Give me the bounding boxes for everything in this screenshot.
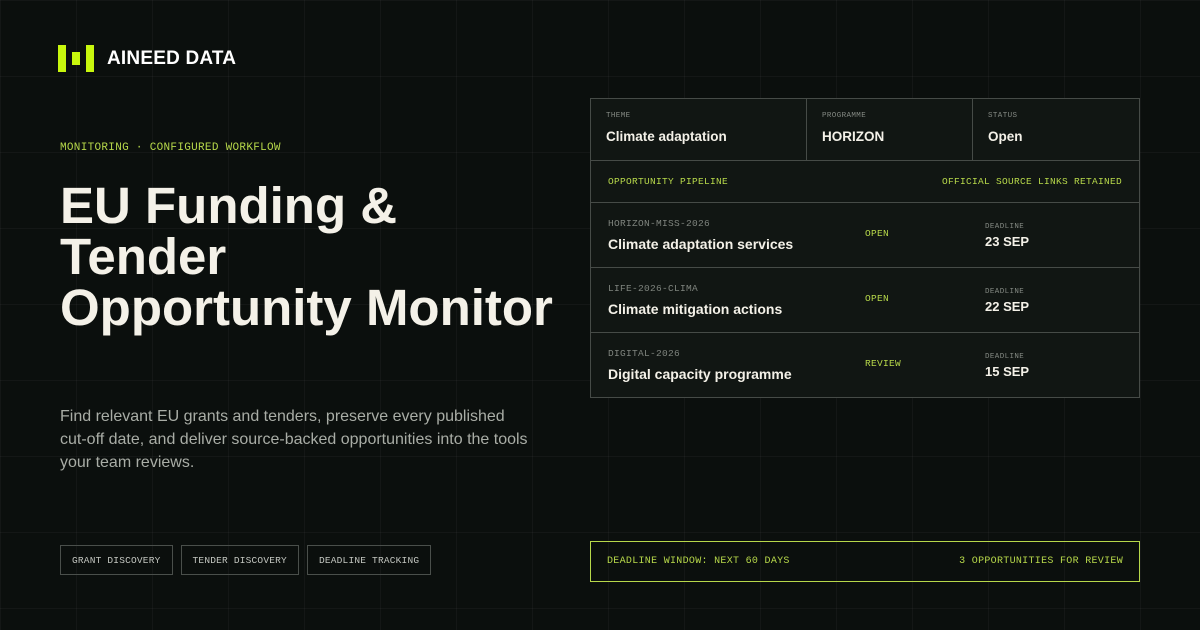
status-badge: OPEN — [865, 293, 890, 304]
description: Find relevant EU grants and tenders, pre… — [60, 408, 528, 471]
brand-name: AINEED DATA — [107, 47, 237, 69]
opportunity-title: Climate mitigation actions — [608, 301, 783, 317]
opportunity-code: DIGITAL-2026 — [608, 348, 681, 359]
brand: AINEED DATA — [58, 45, 236, 72]
deadline-value: 15 SEP — [985, 364, 1030, 379]
bars-logo-icon — [58, 45, 94, 72]
opportunity-title: Climate adaptation services — [608, 236, 794, 252]
deadline-label: DEADLINE — [985, 223, 1025, 231]
list-item: DIGITAL-2026 Digital capacity programme … — [591, 333, 1139, 398]
deadline-window: DEADLINE WINDOW: NEXT 60 DAYS — [607, 556, 790, 567]
list-item: HORIZON-MISS-2026 Climate adaptation ser… — [591, 203, 1139, 268]
meta-value: Open — [988, 129, 1023, 144]
tag-grant-discovery: GRANT DISCOVERY — [60, 545, 173, 575]
meta-label: PROGRAMME — [822, 112, 867, 120]
tag-deadline-tracking: DEADLINE TRACKING — [306, 545, 432, 575]
page-title: EU Funding & Tender Opportunity Monitor — [60, 180, 580, 333]
opportunity-code: LIFE-2026-CLIMA — [608, 283, 699, 294]
pipeline-note: OFFICIAL SOURCE LINKS RETAINED — [941, 176, 1122, 187]
meta-label: STATUS — [988, 112, 1018, 120]
pipeline-title: OPPORTUNITY PIPELINE — [608, 176, 729, 187]
eyebrow: MONITORING · CONFIGURED WORKFLOW — [60, 142, 281, 154]
meta-status: STATUS Open — [973, 99, 1139, 160]
status-badge: OPEN — [865, 228, 890, 239]
meta-value: Climate adaptation — [606, 129, 727, 144]
opportunity-code: HORIZON-MISS-2026 — [608, 218, 711, 229]
opportunity-title: Digital capacity programme — [608, 366, 792, 382]
tag-tender-discovery: TENDER DISCOVERY — [180, 545, 299, 575]
meta-theme: THEME Climate adaptation — [591, 99, 807, 160]
deadline-value: 22 SEP — [985, 299, 1030, 314]
deadline-label: DEADLINE — [985, 353, 1025, 361]
headline-line-2: Tender — [60, 228, 227, 285]
headline-line-1: EU Funding & — [60, 177, 398, 234]
deadline-label: DEADLINE — [985, 288, 1025, 296]
status-badge: REVIEW — [865, 358, 902, 369]
deadline-value: 23 SEP — [985, 234, 1030, 249]
meta-label: THEME — [606, 112, 631, 120]
opportunity-panel: THEME Climate adaptation PROGRAMME HORIZ… — [590, 98, 1140, 398]
review-count: 3 OPPORTUNITIES FOR REVIEW — [959, 556, 1123, 567]
meta-programme: PROGRAMME HORIZON — [807, 99, 973, 160]
tag-list: GRANT DISCOVERY TENDER DISCOVERY DEADLIN… — [60, 545, 432, 575]
filter-summary: THEME Climate adaptation PROGRAMME HORIZ… — [591, 99, 1139, 161]
headline-line-3: Opportunity Monitor — [60, 279, 553, 336]
meta-value: HORIZON — [822, 129, 885, 144]
pipeline-header: OPPORTUNITY PIPELINE OFFICIAL SOURCE LIN… — [591, 161, 1139, 203]
deadline-window-bar: DEADLINE WINDOW: NEXT 60 DAYS 3 OPPORTUN… — [590, 541, 1140, 582]
list-item: LIFE-2026-CLIMA Climate mitigation actio… — [591, 268, 1139, 333]
